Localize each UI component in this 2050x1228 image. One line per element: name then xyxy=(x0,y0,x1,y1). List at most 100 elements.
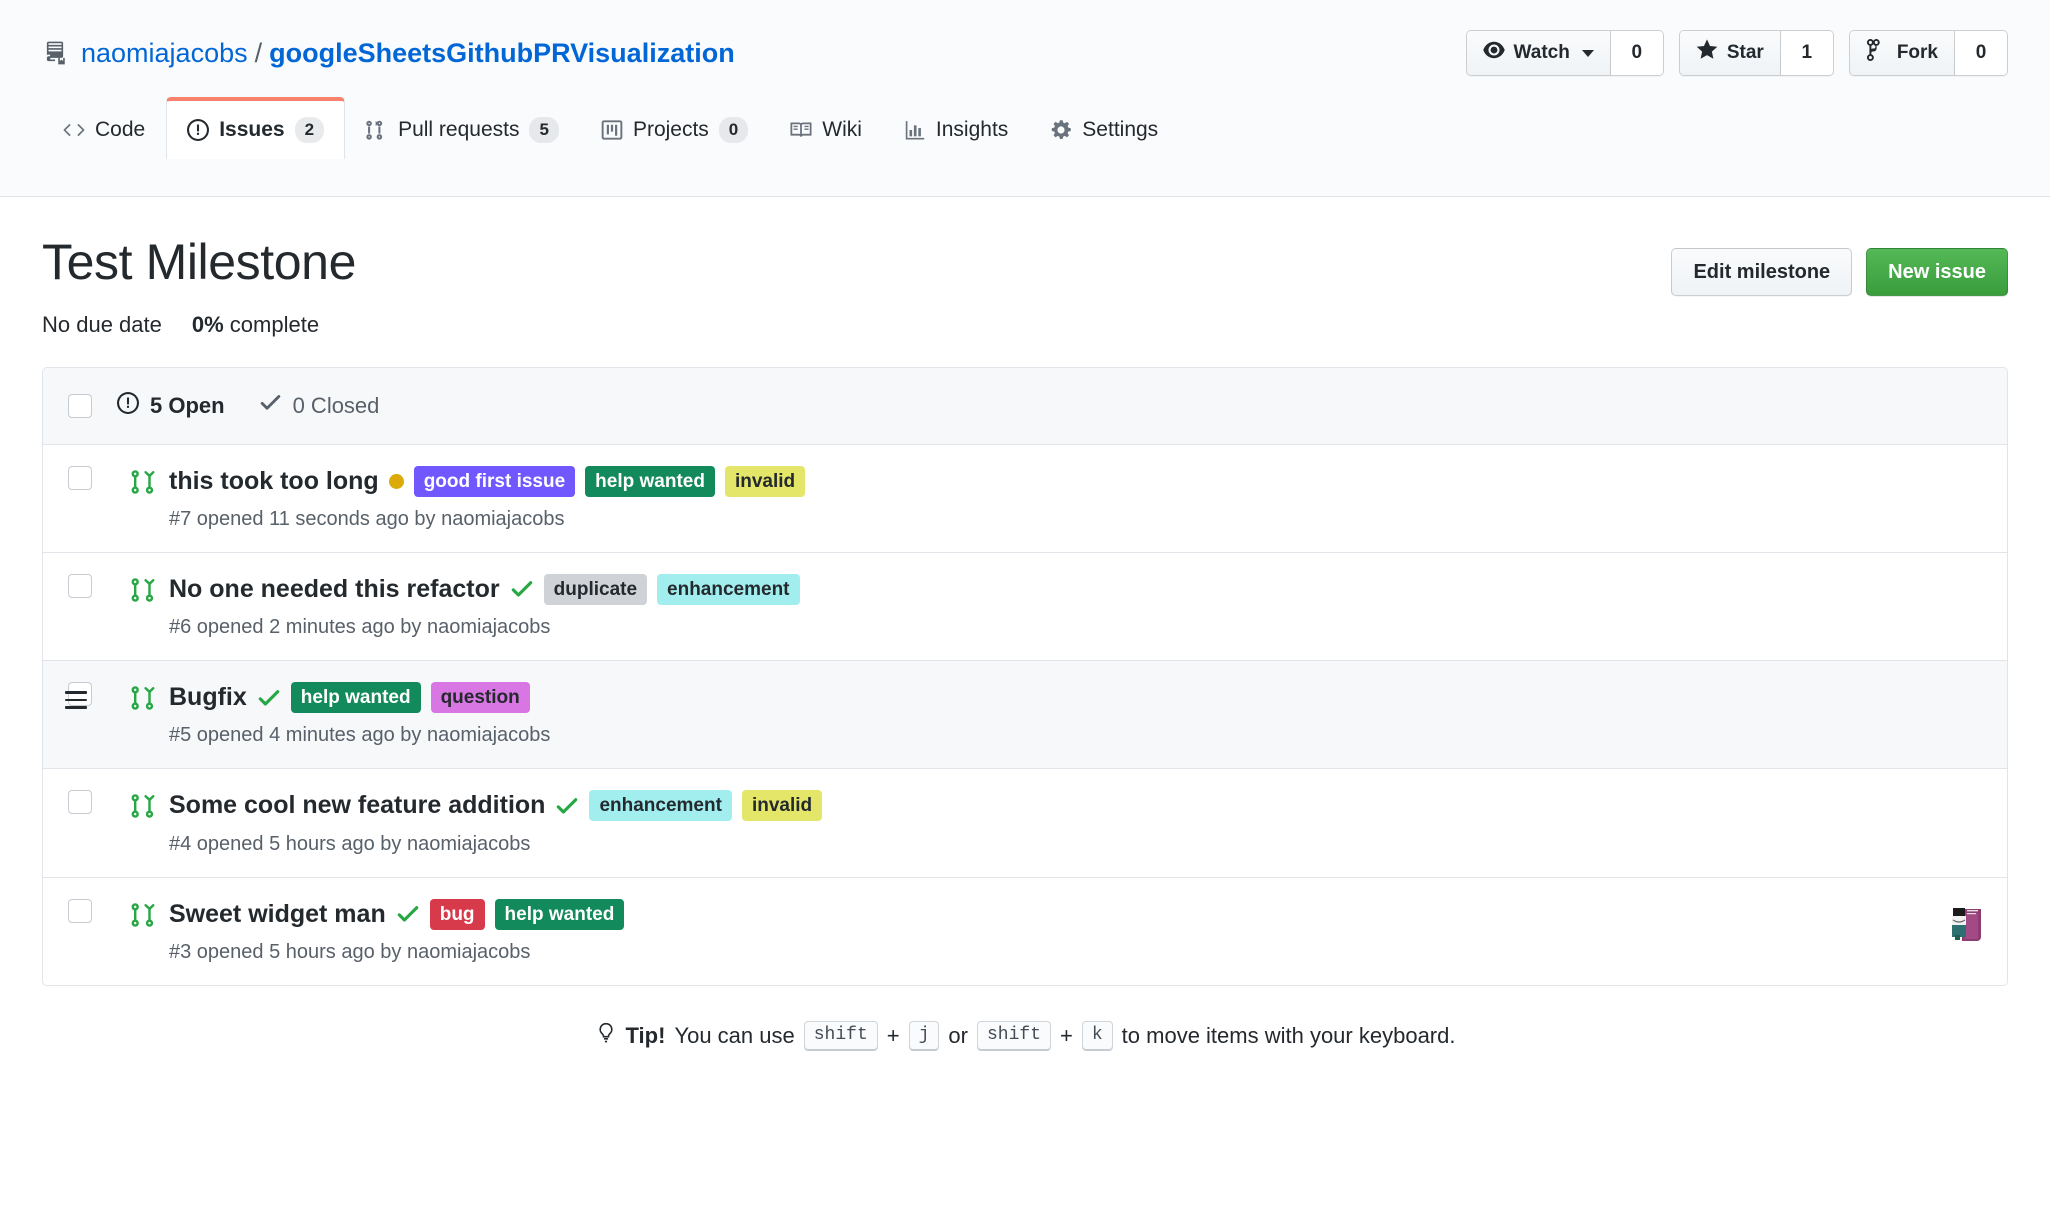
issue-checkbox[interactable] xyxy=(68,790,92,815)
issue-label[interactable]: good first issue xyxy=(413,465,576,497)
star-count[interactable]: 1 xyxy=(1780,31,1833,75)
issue-row-right xyxy=(1965,682,1981,686)
tab-wiki[interactable]: Wiki xyxy=(769,100,883,159)
fork-button[interactable]: Fork xyxy=(1849,31,1955,75)
drag-handle-icon[interactable] xyxy=(65,691,87,714)
repository-header: naomiajacobs / googleSheetsGithubPRVisua… xyxy=(0,0,2050,197)
tab-issues-label: Issues xyxy=(219,118,285,141)
tip-text-2: to move items with your keyboard. xyxy=(1121,1022,1456,1048)
milestone-progress: 0% complete xyxy=(192,312,319,338)
filter-open-issues[interactable]: 5 Open xyxy=(117,391,225,420)
page-title: Test Milestone xyxy=(42,234,356,290)
issue-title-link[interactable]: Bugfix xyxy=(169,682,247,713)
issue-label[interactable]: enhancement xyxy=(657,573,800,605)
issue-title-link[interactable]: this took too long xyxy=(169,466,379,497)
issue-label[interactable]: duplicate xyxy=(543,573,648,605)
milestone-actions: Edit milestone New issue xyxy=(1671,234,2008,296)
watch-label: Watch xyxy=(1513,42,1570,63)
issue-title-line: Bugfix help wanted question xyxy=(169,682,1965,714)
issue-title-link[interactable]: Sweet widget man xyxy=(169,899,386,930)
fork-button-group[interactable]: Fork 0 xyxy=(1848,30,2008,76)
milestone-info: Test Milestone No due date 0% complete xyxy=(42,234,356,338)
chevron-down-icon xyxy=(1581,49,1594,57)
issue-row[interactable]: No one needed this refactor duplicate enha… xyxy=(43,552,2007,661)
issue-checkbox[interactable] xyxy=(68,465,92,490)
tab-projects-count: 0 xyxy=(718,116,749,144)
issue-label[interactable]: help wanted xyxy=(585,465,715,497)
issue-title-line: this took too long good first issue help w… xyxy=(169,465,1965,497)
issue-row[interactable]: Sweet widget man bug help wanted #3 opened … xyxy=(43,877,2007,985)
watch-button-group[interactable]: Watch 0 xyxy=(1465,30,1664,76)
star-button-group[interactable]: Star 1 xyxy=(1678,30,1834,76)
issue-title-link[interactable]: Some cool new feature addition xyxy=(169,790,545,821)
issue-row-right xyxy=(1927,899,1981,941)
issue-content: Bugfix help wanted question #5 opened 4 min… xyxy=(169,682,1965,747)
tab-issues[interactable]: Issues 2 xyxy=(166,97,346,159)
tab-pull-requests[interactable]: Pull requests 5 xyxy=(345,100,580,159)
tab-settings[interactable]: Settings xyxy=(1029,100,1179,159)
issues-list: this took too long good first issue help w… xyxy=(43,444,2007,985)
tip-text-1: You can use xyxy=(674,1022,795,1048)
git-pull-request-icon xyxy=(117,682,169,711)
tab-projects[interactable]: Projects 0 xyxy=(580,100,769,159)
issue-meta: #6 opened 2 minutes ago by naomiajacobs xyxy=(169,616,551,638)
issue-title-link[interactable]: No one needed this refactor xyxy=(169,574,500,605)
issue-row[interactable]: Bugfix help wanted question #5 opened 4 min… xyxy=(43,661,2007,770)
fork-count[interactable]: 0 xyxy=(1955,31,2007,75)
repo-owner-link[interactable]: naomiajacobs xyxy=(81,38,248,69)
milestone-header: Test Milestone No due date 0% complete E… xyxy=(42,197,2008,338)
issue-row[interactable]: this took too long good first issue help w… xyxy=(43,444,2007,553)
repo-path-separator: / xyxy=(254,37,263,68)
watch-count[interactable]: 0 xyxy=(1610,31,1663,75)
git-pull-request-icon xyxy=(117,790,169,819)
issue-opened-icon xyxy=(117,391,139,420)
select-all-checkbox[interactable] xyxy=(68,393,92,418)
tip-plus-2: + xyxy=(1060,1022,1073,1048)
repository-nav-tabs: Code Issues 2 Pull requests 5 Projects 0… xyxy=(42,97,2008,159)
avatar[interactable] xyxy=(1943,902,1981,941)
watch-button[interactable]: Watch xyxy=(1466,31,1611,75)
kbd-shift-2: shift xyxy=(976,1020,1051,1051)
star-label: Star xyxy=(1726,42,1764,63)
tab-issues-count: 2 xyxy=(294,116,325,144)
tip-or: or xyxy=(948,1022,968,1048)
repo-title-row: naomiajacobs / googleSheetsGithubPRVisua… xyxy=(42,22,2008,84)
issue-checkbox[interactable] xyxy=(68,898,92,923)
issue-checkbox[interactable] xyxy=(68,573,92,598)
git-pull-request-icon xyxy=(117,574,169,603)
tab-code[interactable]: Code xyxy=(42,100,166,159)
tab-projects-label: Projects xyxy=(632,118,709,141)
issue-label[interactable]: enhancement xyxy=(589,790,732,822)
open-count-label: 5 Open xyxy=(150,392,225,418)
issue-label[interactable]: invalid xyxy=(724,465,806,497)
issue-meta: #3 opened 5 hours ago by naomiajacobs xyxy=(169,940,531,963)
issue-label[interactable]: help wanted xyxy=(290,682,421,714)
issue-meta: #4 opened 5 hours ago by naomiajacobs xyxy=(169,832,531,855)
edit-milestone-button[interactable]: Edit milestone xyxy=(1671,248,1853,296)
tab-code-label: Code xyxy=(95,118,146,141)
issue-content: Sweet widget man bug help wanted #3 opened … xyxy=(169,898,1927,964)
check-icon xyxy=(555,794,579,818)
repo-name-link[interactable]: googleSheetsGithubPRVisualization xyxy=(269,38,735,69)
project-icon xyxy=(601,119,623,141)
tab-insights[interactable]: Insights xyxy=(883,100,1029,159)
tab-insights-label: Insights xyxy=(935,118,1009,141)
repo-actions: Watch 0 Star 1 Fork 0 xyxy=(1465,30,2008,76)
tab-pull-requests-label: Pull requests xyxy=(398,118,520,141)
issue-row[interactable]: Some cool new feature addition enhancemen… xyxy=(43,769,2007,878)
issue-label[interactable]: invalid xyxy=(741,790,823,822)
unread-dot-icon xyxy=(388,473,404,489)
check-icon xyxy=(510,577,534,601)
kbd-shift-1: shift xyxy=(803,1020,878,1051)
filter-closed-issues[interactable]: 0 Closed xyxy=(259,391,379,420)
new-issue-button[interactable]: New issue xyxy=(1866,248,2008,296)
tab-settings-label: Settings xyxy=(1082,118,1159,141)
issue-label[interactable]: question xyxy=(430,682,530,714)
issue-title-line: No one needed this refactor duplicate enha… xyxy=(169,573,1965,605)
milestone-complete-suffix: complete xyxy=(229,311,320,337)
issue-label[interactable]: help wanted xyxy=(494,898,625,930)
kbd-k: k xyxy=(1081,1020,1113,1051)
issue-label[interactable]: bug xyxy=(429,898,485,930)
book-icon xyxy=(790,119,812,141)
star-button[interactable]: Star xyxy=(1679,31,1781,75)
